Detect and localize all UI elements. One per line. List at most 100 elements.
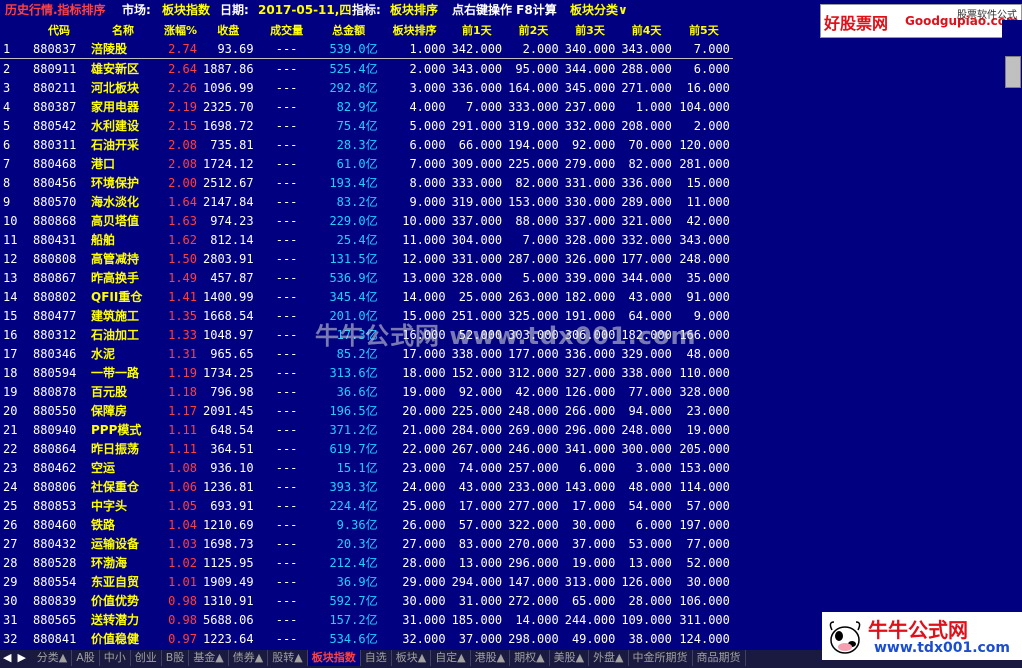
tab-item[interactable]: 期权▲ xyxy=(510,650,550,666)
row-day4: 300.000 xyxy=(621,441,672,456)
col-header-day4[interactable]: 前4天 xyxy=(618,20,675,39)
table-row[interactable]: 2 880911 雄安新区 2.64 1887.86 --- 525.4亿 2.000 343.… xyxy=(0,59,733,79)
tab-item[interactable]: 中小 xyxy=(100,650,131,666)
table-row[interactable]: 3 880211 河北板块 2.26 1096.99 --- 292.8亿 3.000 336.… xyxy=(0,78,733,97)
row-code: 880528 xyxy=(33,555,77,570)
tab-prev-arrow[interactable]: ◀ xyxy=(0,651,14,664)
tab-item[interactable]: 基金▲ xyxy=(189,650,229,666)
table-row[interactable]: 30 880839 价值优势 0.98 1310.91 --- 592.7亿 30.000 31… xyxy=(0,591,733,610)
table-row[interactable]: 14 880802 QFII重仓 1.41 1400.99 --- 345.4亿 14.000… xyxy=(0,287,733,306)
category-dropdown[interactable]: 板块分类∨ xyxy=(570,1,628,18)
table-row[interactable]: 12 880808 高管减持 1.50 2803.91 --- 131.5亿 12.000 33… xyxy=(0,249,733,268)
row-change: 2.15 xyxy=(168,118,197,133)
row-day1: 185.000 xyxy=(451,612,503,627)
row-day4: 53.000 xyxy=(628,536,672,551)
table-row[interactable]: 27 880432 运输设备 1.03 1698.73 --- 20.3亿 27.000 83.… xyxy=(0,534,733,553)
row-volume: --- xyxy=(275,194,298,209)
col-header-day5[interactable]: 前5天 xyxy=(675,20,733,39)
col-header-rank[interactable]: 板块排序 xyxy=(381,20,449,39)
tab-next-arrow[interactable]: ▶ xyxy=(14,651,28,664)
row-rank: 26.000 xyxy=(402,517,446,532)
table-row[interactable]: 29 880554 东亚自贸 1.01 1909.49 --- 36.9亿 29.000 294… xyxy=(0,572,733,591)
row-amount: 15.1亿 xyxy=(336,461,378,475)
table-row[interactable]: 19 880878 百元股 1.18 796.98 --- 36.6亿 19.000 92.00… xyxy=(0,382,733,401)
table-row[interactable]: 7 880468 港口 2.08 1724.12 --- 61.0亿 7.000 309.000… xyxy=(0,154,733,173)
row-index: 5 xyxy=(3,118,11,133)
row-volume: --- xyxy=(275,175,298,190)
col-header-change[interactable]: 涨幅% xyxy=(158,20,200,39)
tab-item[interactable]: 商品期货 xyxy=(693,650,746,666)
table-row[interactable]: 21 880940 PPP模式 1.11 648.54 --- 371.2亿 21.000 28… xyxy=(0,420,733,439)
row-amount: 313.6亿 xyxy=(329,366,378,380)
col-header-code[interactable]: 代码 xyxy=(30,20,88,39)
market-value[interactable]: 板块指数 xyxy=(162,1,210,18)
table-row[interactable]: 22 880864 昨日振荡 1.11 364.51 --- 619.7亿 22.000 267… xyxy=(0,439,733,458)
table-row[interactable]: 26 880460 铁路 1.04 1210.69 --- 9.36亿 26.000 57.00… xyxy=(0,515,733,534)
table-row[interactable]: 5 880542 水利建设 2.15 1698.72 --- 75.4亿 5.000 291.0… xyxy=(0,116,733,135)
row-change: 1.62 xyxy=(168,232,197,247)
row-change: 1.18 xyxy=(168,384,197,399)
row-day1: 7.000 xyxy=(466,99,503,114)
tab-item[interactable]: 板块▲ xyxy=(392,650,432,666)
col-header-volume[interactable]: 成交量 xyxy=(257,20,317,39)
row-day3: 49.000 xyxy=(571,631,616,646)
tab-item[interactable]: 中金所期货 xyxy=(629,650,693,666)
tab-item[interactable]: 外盘▲ xyxy=(589,650,629,666)
table-row[interactable]: 4 880387 家用电器 2.19 2325.70 --- 82.9亿 4.000 7.000… xyxy=(0,97,733,116)
tab-item[interactable]: 美股▲ xyxy=(550,650,590,666)
row-change: 0.97 xyxy=(168,631,197,646)
table-row[interactable]: 10 880868 高贝塔值 1.63 974.23 --- 229.0亿 10.000 337… xyxy=(0,211,733,230)
table-row[interactable]: 28 880528 环渤海 1.02 1125.95 --- 212.4亿 28.000 13.… xyxy=(0,553,733,572)
col-header-day1[interactable]: 前1天 xyxy=(449,20,506,39)
tab-item[interactable]: 股转▲ xyxy=(268,650,308,666)
row-day3: 143.000 xyxy=(564,479,616,494)
table-row[interactable]: 20 880550 保障房 1.17 2091.45 --- 196.5亿 20.000 225… xyxy=(0,401,733,420)
tab-item[interactable]: B股 xyxy=(162,650,190,666)
col-header-amount[interactable]: 总金额 xyxy=(317,20,381,39)
tab-item[interactable]: A股 xyxy=(72,650,100,666)
table-row[interactable]: 24 880806 社保重仓 1.06 1236.81 --- 393.3亿 24.000 43… xyxy=(0,477,733,496)
table-row[interactable]: 25 880853 中字头 1.05 693.91 --- 224.4亿 25.000 17.0… xyxy=(0,496,733,515)
row-close: 1887.86 xyxy=(203,61,254,76)
scrollbar-thumb[interactable] xyxy=(1005,56,1021,88)
table-row[interactable]: 18 880594 一带一路 1.19 1734.25 --- 313.6亿 18.000 15… xyxy=(0,363,733,382)
row-amount: 619.7亿 xyxy=(329,442,378,456)
row-code: 880841 xyxy=(33,631,77,646)
table-row[interactable]: 32 880841 价值稳健 0.97 1223.64 --- 534.6亿 32.000 37… xyxy=(0,629,733,648)
row-code: 880802 xyxy=(33,289,77,304)
tab-item[interactable]: 板块指数 xyxy=(307,650,361,666)
row-day1: 83.000 xyxy=(458,536,503,551)
table-row[interactable]: 11 880431 船舶 1.62 812.14 --- 25.4亿 11.000 304.00… xyxy=(0,230,733,249)
table-row[interactable]: 8 880456 环境保护 2.00 2512.67 --- 193.4亿 8.000 333.… xyxy=(0,173,733,192)
col-header-day2[interactable]: 前2天 xyxy=(505,20,562,39)
col-header-close[interactable]: 收盘 xyxy=(200,20,257,39)
row-amount: 131.5亿 xyxy=(329,252,378,266)
col-header-day3[interactable]: 前3天 xyxy=(562,20,619,39)
table-row[interactable]: 23 880462 空运 1.08 936.10 --- 15.1亿 23.000 74.000… xyxy=(0,458,733,477)
col-header-name[interactable]: 名称 xyxy=(88,20,158,39)
row-day3: 6.000 xyxy=(579,460,616,475)
table-row[interactable]: 6 880311 石油开采 2.08 735.81 --- 28.3亿 6.000 66.000… xyxy=(0,135,733,154)
tab-item[interactable]: 分类▲ xyxy=(33,650,73,666)
row-day1: 17.000 xyxy=(458,498,503,513)
tab-item[interactable]: 债券▲ xyxy=(229,650,269,666)
row-day1: 331.000 xyxy=(451,251,503,266)
row-day4: 38.000 xyxy=(628,631,672,646)
row-name: 海水淡化 xyxy=(91,195,140,209)
tab-item[interactable]: 创业 xyxy=(131,650,162,666)
table-row[interactable]: 31 880565 送转潜力 0.98 5688.06 --- 157.2亿 31.000 18… xyxy=(0,610,733,629)
table-row[interactable]: 1 880837 涪陵股 2.74 93.69 --- 539.0亿 1.000 342.000… xyxy=(0,39,733,59)
row-close: 1310.91 xyxy=(203,593,254,608)
tab-item[interactable]: 港股▲ xyxy=(471,650,511,666)
tab-item[interactable]: 自选 xyxy=(361,650,392,666)
indicator-value[interactable]: 板块排序 xyxy=(390,1,438,18)
tab-item[interactable]: 自定▲ xyxy=(431,650,471,666)
date-value[interactable]: 2017-05-11,四 xyxy=(258,1,351,18)
row-change: 1.49 xyxy=(168,270,197,285)
row-rank: 10.000 xyxy=(402,213,446,228)
row-day4: 13.000 xyxy=(628,555,672,570)
vertical-scrollbar[interactable] xyxy=(1002,20,1022,650)
table-row[interactable]: 9 880570 海水淡化 1.64 2147.84 --- 83.2亿 9.000 319.0… xyxy=(0,192,733,211)
row-day1: 225.000 xyxy=(451,403,503,418)
table-row[interactable]: 13 880867 昨高换手 1.49 457.87 --- 536.9亿 13.000 328… xyxy=(0,268,733,287)
